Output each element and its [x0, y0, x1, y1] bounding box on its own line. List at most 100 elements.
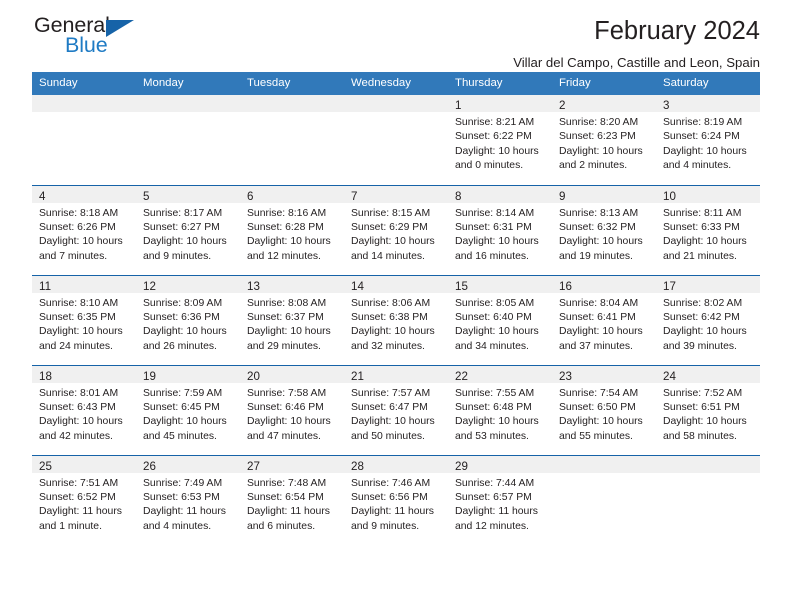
calendar-cell-empty	[344, 95, 448, 185]
day-details: Sunrise: 8:02 AM Sunset: 6:42 PM Daylight:…	[656, 293, 760, 355]
calendar-day-cell[interactable]: 29 Sunrise: 7:44 AM Sunset: 6:57 PM Dayligh…	[448, 454, 552, 545]
day-number-band: 1	[448, 95, 552, 112]
sunset-text: Sunset: 6:54 PM	[247, 491, 324, 503]
calendar-day-cell[interactable]: 28 Sunrise: 7:46 AM Sunset: 6:56 PM Dayligh…	[344, 454, 448, 545]
calendar-page: General Blue February 2024 Villar del Ca…	[0, 0, 792, 612]
calendar-day-cell[interactable]: 16 Sunrise: 8:04 AM Sunset: 6:41 PM Dayligh…	[552, 274, 656, 365]
sunrise-text: Sunrise: 8:21 AM	[455, 117, 535, 128]
day-number-band: 19	[136, 365, 240, 383]
sunset-text: Sunset: 6:41 PM	[559, 311, 636, 323]
calendar-day-cell[interactable]: 5 Sunrise: 8:17 AM Sunset: 6:27 PM Daylight…	[136, 184, 240, 275]
sunrise-text: Sunrise: 8:10 AM	[39, 297, 119, 309]
general-blue-logo[interactable]: General Blue	[32, 14, 162, 66]
calendar-week-row: 18 Sunrise: 8:01 AM Sunset: 6:43 PM Dayligh…	[32, 364, 760, 455]
day-details: Sunrise: 8:09 AM Sunset: 6:36 PM Daylight:…	[136, 293, 240, 355]
calendar-day-cell[interactable]: 24 Sunrise: 7:52 AM Sunset: 6:51 PM Dayligh…	[656, 364, 760, 455]
day-number-band	[656, 455, 760, 473]
day-number-band: 25	[32, 455, 136, 473]
sunset-text: Sunset: 6:45 PM	[143, 401, 220, 413]
sunset-text: Sunset: 6:46 PM	[247, 401, 324, 413]
day-details: Sunrise: 7:44 AM Sunset: 6:57 PM Daylight:…	[448, 473, 552, 535]
sunrise-text: Sunrise: 7:49 AM	[143, 477, 223, 489]
calendar-day-cell[interactable]: 11 Sunrise: 8:10 AM Sunset: 6:35 PM Dayligh…	[32, 274, 136, 365]
calendar-day-cell[interactable]: 2 Sunrise: 8:20 AM Sunset: 6:23 PM Daylight…	[552, 95, 656, 185]
day-number-band: 15	[448, 275, 552, 293]
sunset-text: Sunset: 6:26 PM	[39, 221, 116, 233]
sunset-text: Sunset: 6:53 PM	[143, 491, 220, 503]
calendar-cell-empty	[240, 95, 344, 185]
calendar-day-cell[interactable]: 25 Sunrise: 7:51 AM Sunset: 6:52 PM Dayligh…	[32, 454, 136, 545]
daylight-text: Daylight: 10 hours and 4 minutes.	[663, 145, 747, 172]
day-number: 8	[455, 189, 462, 203]
sunset-text: Sunset: 6:36 PM	[143, 311, 220, 323]
calendar-day-cell[interactable]: 13 Sunrise: 8:08 AM Sunset: 6:37 PM Dayligh…	[240, 274, 344, 365]
sunrise-text: Sunrise: 8:15 AM	[351, 207, 431, 219]
sunrise-text: Sunrise: 8:04 AM	[559, 297, 639, 309]
daylight-text: Daylight: 10 hours and 42 minutes.	[39, 416, 123, 442]
day-details: Sunrise: 8:11 AM Sunset: 6:33 PM Daylight:…	[656, 203, 760, 265]
calendar-day-cell[interactable]: 1 Sunrise: 8:21 AM Sunset: 6:22 PM Daylight…	[448, 95, 552, 185]
sunset-text: Sunset: 6:29 PM	[351, 221, 428, 233]
daylight-text: Daylight: 11 hours and 12 minutes.	[455, 506, 538, 532]
calendar-day-cell[interactable]: 15 Sunrise: 8:05 AM Sunset: 6:40 PM Dayligh…	[448, 274, 552, 365]
day-details: Sunrise: 8:05 AM Sunset: 6:40 PM Daylight:…	[448, 293, 552, 355]
weekday-header-monday: Monday	[136, 72, 240, 95]
calendar-day-cell[interactable]: 22 Sunrise: 7:55 AM Sunset: 6:48 PM Dayligh…	[448, 364, 552, 455]
day-details: Sunrise: 8:08 AM Sunset: 6:37 PM Daylight:…	[240, 293, 344, 355]
day-details: Sunrise: 7:49 AM Sunset: 6:53 PM Daylight:…	[136, 473, 240, 535]
sunset-text: Sunset: 6:28 PM	[247, 221, 324, 233]
calendar-day-cell[interactable]: 21 Sunrise: 7:57 AM Sunset: 6:47 PM Dayligh…	[344, 364, 448, 455]
daylight-text: Daylight: 10 hours and 53 minutes.	[455, 416, 539, 442]
calendar-day-cell[interactable]: 26 Sunrise: 7:49 AM Sunset: 6:53 PM Dayligh…	[136, 454, 240, 545]
day-number: 1	[455, 99, 462, 112]
day-number-band: 16	[552, 275, 656, 293]
day-number-band: 4	[32, 185, 136, 203]
day-details: Sunrise: 8:15 AM Sunset: 6:29 PM Daylight:…	[344, 203, 448, 265]
calendar-day-cell[interactable]: 6 Sunrise: 8:16 AM Sunset: 6:28 PM Daylight…	[240, 184, 344, 275]
logo-triangle-icon	[106, 20, 134, 37]
sunrise-text: Sunrise: 7:57 AM	[351, 387, 431, 399]
day-number: 29	[455, 459, 468, 473]
day-number-band: 29	[448, 455, 552, 473]
daylight-text: Daylight: 10 hours and 37 minutes.	[559, 326, 643, 352]
title-block: February 2024 Villar del Campo, Castille…	[513, 14, 760, 73]
day-number: 24	[663, 369, 676, 383]
day-number: 13	[247, 279, 260, 293]
calendar-header-row: Sunday Monday Tuesday Wednesday Thursday Frid…	[32, 72, 760, 95]
day-number-band	[552, 455, 656, 473]
weekday-header-thursday: Thursday	[448, 72, 552, 95]
calendar-day-cell[interactable]: 10 Sunrise: 8:11 AM Sunset: 6:33 PM Dayligh…	[656, 184, 760, 275]
calendar-day-cell[interactable]: 18 Sunrise: 8:01 AM Sunset: 6:43 PM Dayligh…	[32, 364, 136, 455]
daylight-text: Daylight: 10 hours and 0 minutes.	[455, 145, 539, 172]
day-number-band: 6	[240, 185, 344, 203]
sunset-text: Sunset: 6:37 PM	[247, 311, 324, 323]
day-number: 12	[143, 279, 156, 293]
sunrise-text: Sunrise: 8:09 AM	[143, 297, 223, 309]
calendar-body: 1 Sunrise: 8:21 AM Sunset: 6:22 PM Daylight…	[32, 95, 760, 545]
day-number: 10	[663, 189, 676, 203]
day-details: Sunrise: 8:21 AM Sunset: 6:22 PM Daylight:…	[448, 112, 552, 174]
calendar-day-cell[interactable]: 9 Sunrise: 8:13 AM Sunset: 6:32 PM Daylight…	[552, 184, 656, 275]
calendar-day-cell[interactable]: 23 Sunrise: 7:54 AM Sunset: 6:50 PM Dayligh…	[552, 364, 656, 455]
day-number-band: 20	[240, 365, 344, 383]
calendar-day-cell[interactable]: 17 Sunrise: 8:02 AM Sunset: 6:42 PM Dayligh…	[656, 274, 760, 365]
calendar-day-cell[interactable]: 20 Sunrise: 7:58 AM Sunset: 6:46 PM Dayligh…	[240, 364, 344, 455]
sunrise-text: Sunrise: 7:44 AM	[455, 477, 535, 489]
calendar-day-cell[interactable]: 27 Sunrise: 7:48 AM Sunset: 6:54 PM Dayligh…	[240, 454, 344, 545]
calendar-day-cell[interactable]: 19 Sunrise: 7:59 AM Sunset: 6:45 PM Dayligh…	[136, 364, 240, 455]
calendar-day-cell[interactable]: 4 Sunrise: 8:18 AM Sunset: 6:26 PM Daylight…	[32, 184, 136, 275]
calendar-day-cell[interactable]: 7 Sunrise: 8:15 AM Sunset: 6:29 PM Daylight…	[344, 184, 448, 275]
calendar-day-cell[interactable]: 3 Sunrise: 8:19 AM Sunset: 6:24 PM Daylight…	[656, 95, 760, 185]
day-number: 3	[663, 99, 670, 112]
day-details: Sunrise: 8:17 AM Sunset: 6:27 PM Daylight:…	[136, 203, 240, 265]
calendar-day-cell[interactable]: 8 Sunrise: 8:14 AM Sunset: 6:31 PM Daylight…	[448, 184, 552, 275]
calendar-day-cell[interactable]: 14 Sunrise: 8:06 AM Sunset: 6:38 PM Dayligh…	[344, 274, 448, 365]
day-number-band: 24	[656, 365, 760, 383]
sunset-text: Sunset: 6:22 PM	[455, 131, 532, 143]
calendar-day-cell[interactable]: 12 Sunrise: 8:09 AM Sunset: 6:36 PM Dayligh…	[136, 274, 240, 365]
sunrise-text: Sunrise: 7:58 AM	[247, 387, 327, 399]
day-details: Sunrise: 7:48 AM Sunset: 6:54 PM Daylight:…	[240, 473, 344, 535]
sunset-text: Sunset: 6:31 PM	[455, 221, 532, 233]
day-details: Sunrise: 8:14 AM Sunset: 6:31 PM Daylight:…	[448, 203, 552, 265]
daylight-text: Daylight: 10 hours and 24 minutes.	[39, 326, 123, 352]
